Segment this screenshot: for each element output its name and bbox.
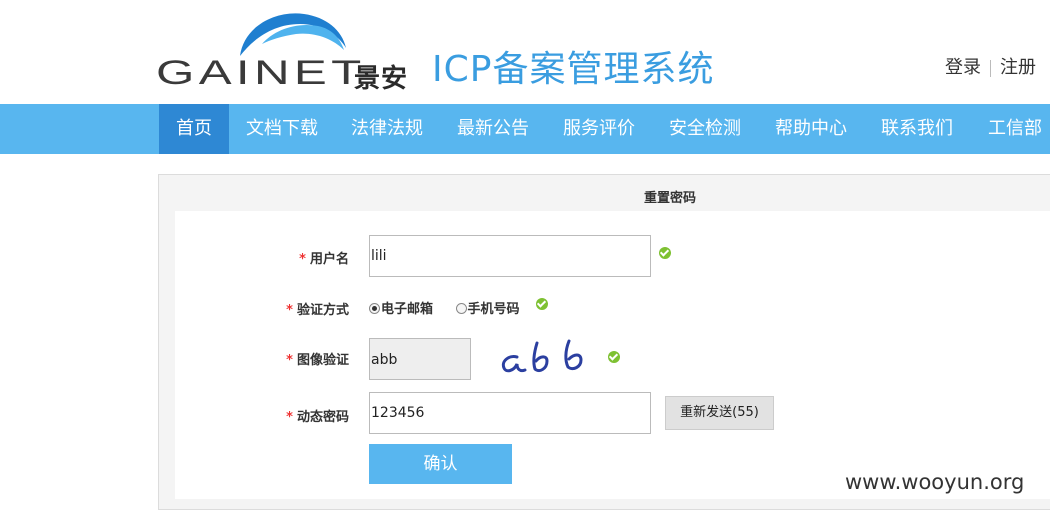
auth-divider — [990, 59, 991, 77]
username-input[interactable]: lili — [369, 235, 651, 277]
site-header: GAINET 景安 ICP备案管理系统 登录 注册 — [0, 0, 1050, 104]
captcha-input[interactable]: abb — [369, 338, 471, 380]
logo-cn-text: 景安 — [354, 64, 409, 94]
image-verify-label: * 图像验证 — [286, 353, 349, 368]
radio-phone[interactable]: 手机号码 — [455, 302, 520, 317]
panel-title: 重置密码 — [643, 191, 696, 206]
nav-item-home[interactable]: 首页 — [159, 104, 229, 154]
nav-item-news[interactable]: 最新公告 — [449, 104, 537, 154]
reset-password-panel: 重置密码 * 用户名 lili * 验证方式 电子邮箱 手机号码 * 图像验证 abb… — [158, 174, 1050, 510]
gainet-logo[interactable]: GAINET 景安 — [156, 8, 426, 94]
nav-item-security[interactable]: 安全检测 — [661, 104, 749, 154]
verify-method-label: * 验证方式 — [286, 303, 349, 318]
username-label: * 用户名 — [299, 252, 349, 267]
nav-item-rating[interactable]: 服务评价 — [555, 104, 643, 154]
radio-phone-icon[interactable] — [455, 303, 467, 314]
dynamic-code-label: * 动态密码 — [286, 410, 349, 425]
nav-item-miit[interactable]: 工信部 — [980, 104, 1050, 154]
nav-item-contact[interactable]: 联系我们 — [873, 104, 961, 154]
nav-item-help[interactable]: 帮助中心 — [767, 104, 855, 154]
check-ok-icon — [608, 351, 620, 363]
verify-method-group: 电子邮箱 手机号码 — [369, 298, 520, 317]
login-link[interactable]: 登录 — [945, 57, 981, 78]
radio-email[interactable]: 电子邮箱 — [369, 302, 433, 317]
resend-button[interactable]: 重新发送(55) — [665, 396, 774, 430]
check-ok-icon — [659, 247, 671, 259]
system-title: ICP备案管理系统 — [432, 49, 715, 90]
nav-item-laws[interactable]: 法律法规 — [343, 104, 431, 154]
logo-swoosh-icon — [240, 13, 346, 56]
main-nav: 首页 文档下载 法律法规 最新公告 服务评价 安全检测 帮助中心 联系我们 工信… — [0, 104, 1050, 154]
logo-wordmark: GAINET — [156, 54, 366, 92]
radio-email-icon[interactable] — [369, 303, 380, 314]
watermark-text: www.wooyun.org — [845, 470, 1025, 494]
dynamic-code-input[interactable]: 123456 — [369, 392, 651, 434]
form-body: * 用户名 lili * 验证方式 电子邮箱 手机号码 * 图像验证 abb * 动态密… — [175, 211, 1050, 499]
captcha-image[interactable] — [493, 337, 593, 377]
nav-item-docs[interactable]: 文档下载 — [238, 104, 326, 154]
register-link[interactable]: 注册 — [1000, 57, 1036, 78]
required-mark: * — [299, 252, 306, 267]
confirm-button[interactable]: 确认 — [369, 444, 512, 484]
check-ok-icon — [536, 298, 548, 310]
auth-links: 登录 注册 — [945, 53, 1036, 79]
